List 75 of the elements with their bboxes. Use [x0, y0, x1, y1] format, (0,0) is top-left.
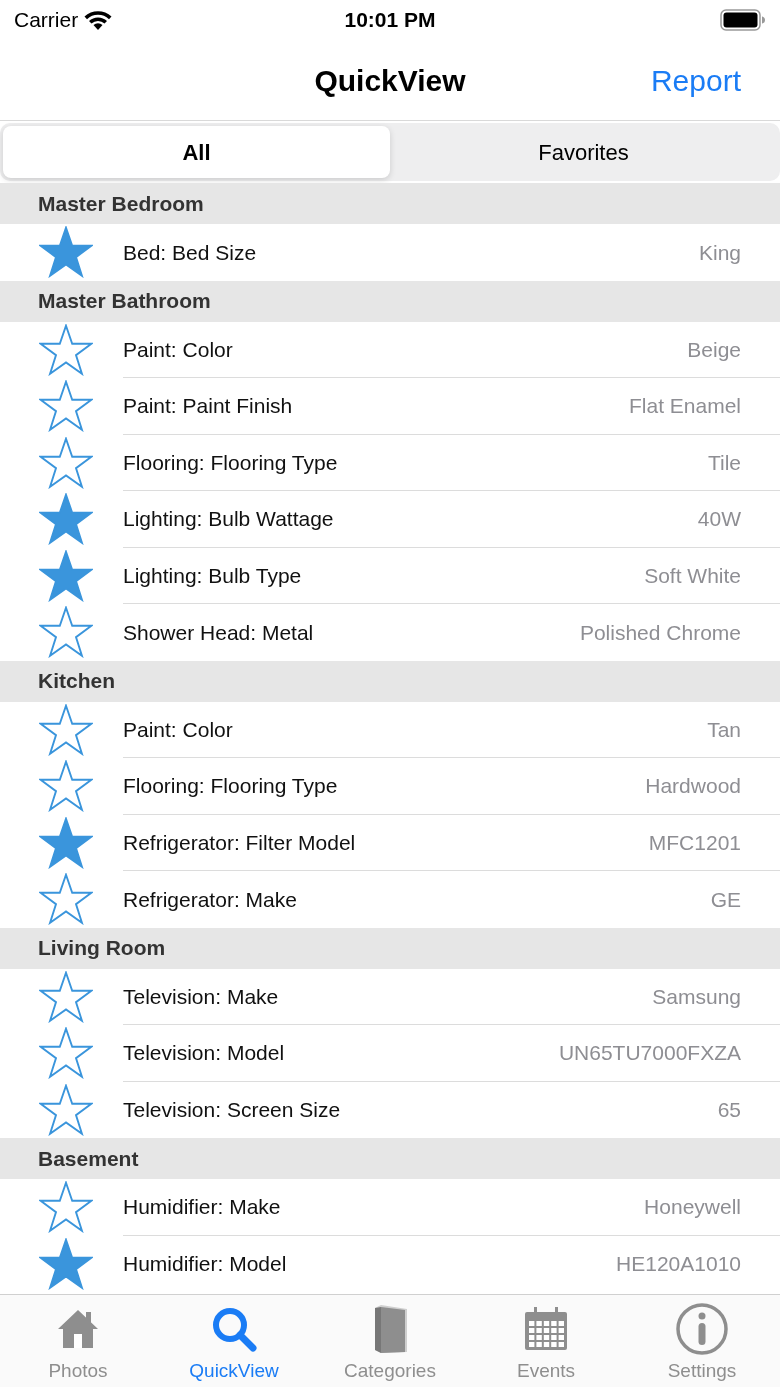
item-label: Television: Make: [123, 983, 279, 1010]
section-header: Master Bathroom: [0, 280, 780, 322]
item-label: Humidifier: Model: [123, 1251, 287, 1277]
item-value: GE: [710, 886, 741, 913]
item-label: Bed: Bed Size: [123, 239, 257, 266]
item-value: Polished Chrome: [579, 619, 741, 646]
outlined-star-icon[interactable]: [39, 970, 93, 1023]
house-icon: [56, 1307, 100, 1351]
tab-bar-item[interactable]: Photos: [0, 1295, 156, 1387]
outlined-star-icon[interactable]: [39, 606, 93, 659]
outlined-star-icon[interactable]: [39, 436, 93, 489]
report-button[interactable]: Report: [650, 57, 741, 103]
filled-star-icon[interactable]: [39, 226, 93, 279]
carrier-text: Carrier: [14, 7, 79, 34]
tab-label: QuickView: [189, 1359, 279, 1383]
item-label: Lighting: Bulb Type: [123, 562, 302, 589]
item-label: Television: Model: [123, 1040, 285, 1066]
outlined-star-icon[interactable]: [39, 380, 93, 433]
tab-bar-item[interactable]: Settings: [624, 1295, 780, 1387]
tab-bar-item[interactable]: Events: [468, 1295, 624, 1387]
screen-title: QuickView: [314, 62, 466, 99]
calendar-icon: [523, 1306, 569, 1352]
filled-star-icon[interactable]: [39, 493, 93, 546]
tab-label: Photos: [48, 1359, 108, 1383]
tab-label: Settings: [667, 1359, 737, 1383]
item-value: Tile: [707, 449, 741, 476]
wifi-icon: [84, 10, 113, 30]
battery-icon: [720, 9, 766, 31]
segment-tab[interactable]: Favorites: [390, 126, 777, 178]
info-icon: [676, 1303, 728, 1355]
filled-star-icon[interactable]: [39, 549, 93, 602]
item-value: 40W: [697, 506, 741, 532]
segment-tab[interactable]: All: [3, 126, 390, 178]
item-value: King: [698, 239, 741, 266]
filled-star-icon[interactable]: [39, 816, 93, 869]
item-label: Paint: Color: [123, 336, 233, 363]
clock-text: 10:01 PM: [344, 7, 436, 34]
item-label: Lighting: Bulb Wattage: [123, 506, 334, 532]
item-label: Flooring: Flooring Type: [123, 773, 338, 799]
filled-star-icon[interactable]: [39, 1237, 93, 1290]
item-value: Honeywell: [644, 1194, 741, 1220]
item-label: Refrigerator: Filter Model: [123, 829, 356, 856]
item-label: Shower Head: Metal: [123, 619, 314, 646]
item-value: UN65TU7000FXZA: [558, 1040, 741, 1066]
section-header: Master Bedroom: [0, 183, 780, 224]
item-value: Flat Enamel: [628, 393, 741, 419]
tab-label: Events: [516, 1359, 576, 1383]
item-value: Samsung: [652, 983, 741, 1010]
outlined-star-icon[interactable]: [39, 1181, 93, 1234]
item-label: Television: Screen Size: [123, 1097, 341, 1123]
section-header: Basement: [0, 1138, 780, 1179]
outlined-star-icon[interactable]: [39, 760, 93, 813]
item-value: Soft White: [644, 562, 741, 589]
outlined-star-icon[interactable]: [39, 873, 93, 926]
item-value: HE120A1010: [616, 1251, 741, 1277]
search-icon: [210, 1305, 258, 1353]
tab-bar-item[interactable]: QuickView: [156, 1295, 312, 1387]
item-label: Paint: Paint Finish: [123, 393, 293, 419]
item-value: MFC1201: [648, 829, 741, 856]
item-value: 65: [717, 1097, 741, 1123]
section-header: Living Room: [0, 927, 780, 969]
section-header: Kitchen: [0, 660, 780, 702]
item-value: Hardwood: [645, 773, 741, 799]
item-value: Beige: [687, 336, 741, 363]
outlined-star-icon[interactable]: [39, 1027, 93, 1080]
item-label: Flooring: Flooring Type: [123, 449, 338, 476]
item-label: Refrigerator: Make: [123, 886, 297, 913]
outlined-star-icon[interactable]: [39, 1083, 93, 1136]
tab-bar-item[interactable]: Categories: [312, 1295, 468, 1387]
outlined-star-icon[interactable]: [39, 703, 93, 756]
outlined-star-icon[interactable]: [39, 323, 93, 376]
item-label: Paint: Color: [123, 716, 233, 743]
item-value: Tan: [707, 716, 741, 743]
tab-label: Categories: [344, 1359, 436, 1383]
item-label: Humidifier: Make: [123, 1194, 281, 1220]
